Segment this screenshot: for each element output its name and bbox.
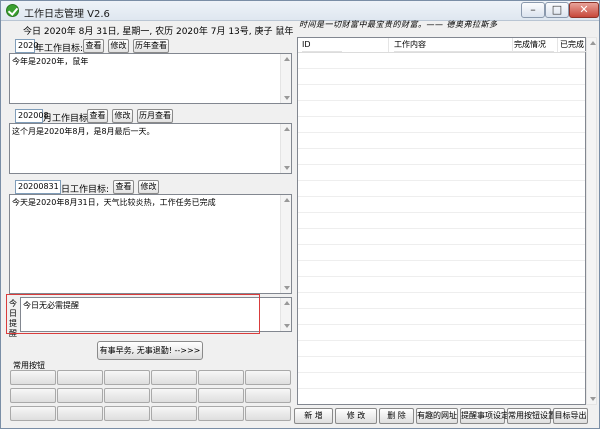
- edit-button[interactable]: 修 改: [335, 408, 377, 424]
- month-edit-button[interactable]: 修改: [112, 109, 133, 123]
- day-edit-button[interactable]: 修改: [138, 180, 159, 194]
- common-button-12[interactable]: [245, 388, 291, 403]
- month-goal-text: 这个月是2020年8月，是8月最后一天。: [12, 127, 155, 136]
- row-divider: [298, 84, 585, 85]
- export-button[interactable]: 目标导出: [553, 408, 588, 424]
- day-goal-text: 今天是2020年8月31日，天气比较炎热，工作任务已完成: [12, 198, 216, 207]
- row-divider: [298, 180, 585, 181]
- column-separator: [512, 38, 513, 52]
- table-scrollbar[interactable]: [586, 37, 597, 405]
- scroll-up-icon[interactable]: [284, 301, 290, 305]
- row-divider: [298, 292, 585, 293]
- close-button[interactable]: ✕: [569, 2, 599, 18]
- common-button-14[interactable]: [57, 406, 103, 421]
- year-goal-scrollbar[interactable]: [280, 54, 291, 103]
- row-divider: [298, 244, 585, 245]
- common-settings-button[interactable]: 常用按钮设置: [507, 408, 556, 424]
- day-input[interactable]: 20200831: [15, 180, 61, 194]
- year-input[interactable]: 2020: [15, 39, 38, 53]
- common-button-16[interactable]: [151, 406, 197, 421]
- year-goal-text: 今年是2020年，鼠年: [12, 57, 89, 66]
- month-goal-scrollbar[interactable]: [280, 124, 291, 173]
- day-goal-scrollbar[interactable]: [280, 195, 291, 293]
- day-goal-textarea[interactable]: 今天是2020年8月31日，天气比较炎热，工作任务已完成: [9, 194, 292, 294]
- scroll-down-icon[interactable]: [284, 96, 290, 100]
- row-divider: [298, 196, 585, 197]
- scroll-down-icon[interactable]: [284, 166, 290, 170]
- scroll-up-icon[interactable]: [284, 198, 290, 202]
- row-divider: [298, 164, 585, 165]
- row-divider: [298, 388, 585, 389]
- maximize-button[interactable]: □: [545, 2, 569, 18]
- scroll-up-icon[interactable]: [590, 41, 596, 45]
- year-goal-textarea[interactable]: 今年是2020年，鼠年: [9, 53, 292, 104]
- reminder-text: 今日无必需提醒: [23, 301, 79, 310]
- common-button-1[interactable]: [10, 370, 56, 385]
- column-header-id[interactable]: ID: [302, 38, 342, 52]
- links-button[interactable]: 有趣的网址: [416, 408, 458, 424]
- app-window: 工作日志管理 V2.6 – □ ✕ 今日 2020年 8月 31日, 星期一, …: [0, 0, 600, 429]
- day-view-button[interactable]: 查看: [113, 180, 134, 194]
- row-divider: [298, 276, 585, 277]
- row-divider: [298, 308, 585, 309]
- common-button-10[interactable]: [151, 388, 197, 403]
- motto-text: 时间是一切财富中最宝贵的财富。—— 德奥弗拉斯多: [299, 20, 498, 29]
- month-goal-textarea[interactable]: 这个月是2020年8月，是8月最后一天。: [9, 123, 292, 174]
- minimize-button[interactable]: –: [521, 2, 545, 18]
- title-bar: 工作日志管理 V2.6 – □ ✕: [1, 1, 599, 21]
- year-view-button[interactable]: 查看: [83, 39, 104, 53]
- reminder-textarea[interactable]: 今日无必需提醒: [20, 297, 292, 332]
- date-line: 今日 2020年 8月 31日, 星期一, 农历 2020年 7月 13号, 庚…: [23, 27, 294, 37]
- common-button-4[interactable]: [151, 370, 197, 385]
- scroll-up-icon[interactable]: [284, 127, 290, 131]
- column-header-status[interactable]: 完成情况: [514, 38, 554, 52]
- common-button-13[interactable]: [10, 406, 56, 421]
- scroll-up-icon[interactable]: [284, 57, 290, 61]
- common-button-7[interactable]: [10, 388, 56, 403]
- row-divider: [298, 68, 585, 69]
- scroll-down-icon[interactable]: [284, 324, 290, 328]
- row-divider: [298, 340, 585, 341]
- row-divider: [298, 132, 585, 133]
- month-history-button[interactable]: 历月查看: [137, 109, 173, 123]
- column-separator: [388, 38, 389, 52]
- reminder-label: 今日提醒: [9, 299, 17, 338]
- common-button-11[interactable]: [198, 388, 244, 403]
- column-separator: [557, 38, 558, 52]
- row-divider: [298, 324, 585, 325]
- common-button-9[interactable]: [104, 388, 150, 403]
- common-button-8[interactable]: [57, 388, 103, 403]
- reminder-settings-button[interactable]: 提醒事项设定: [460, 408, 509, 424]
- year-history-button[interactable]: 历年查看: [133, 39, 169, 53]
- delete-button[interactable]: 删 除: [379, 408, 414, 424]
- app-check-icon: [6, 4, 19, 17]
- common-button-3[interactable]: [104, 370, 150, 385]
- header-divider: [298, 52, 585, 53]
- common-button-15[interactable]: [104, 406, 150, 421]
- window-title: 工作日志管理 V2.6: [24, 9, 110, 20]
- reminder-scrollbar[interactable]: [280, 298, 291, 331]
- scroll-down-icon[interactable]: [590, 397, 596, 401]
- motto-button[interactable]: 有事早务, 无事退勤! -->>>: [97, 341, 203, 360]
- add-button[interactable]: 新 增: [294, 408, 333, 424]
- row-divider: [298, 212, 585, 213]
- row-divider: [298, 148, 585, 149]
- year-edit-button[interactable]: 修改: [108, 39, 129, 53]
- common-button-6[interactable]: [245, 370, 291, 385]
- task-table[interactable]: ID 工作内容 完成情况 已完成: [297, 37, 597, 405]
- column-header-content[interactable]: 工作内容: [394, 38, 514, 52]
- row-divider: [298, 356, 585, 357]
- common-button-2[interactable]: [57, 370, 103, 385]
- row-divider: [298, 228, 585, 229]
- row-divider: [298, 372, 585, 373]
- month-input[interactable]: 202008: [15, 109, 49, 123]
- common-button-18[interactable]: [245, 406, 291, 421]
- row-divider: [298, 100, 585, 101]
- scroll-down-icon[interactable]: [284, 286, 290, 290]
- common-button-5[interactable]: [198, 370, 244, 385]
- month-view-button[interactable]: 查看: [87, 109, 108, 123]
- row-divider: [298, 260, 585, 261]
- row-divider: [298, 116, 585, 117]
- common-button-17[interactable]: [198, 406, 244, 421]
